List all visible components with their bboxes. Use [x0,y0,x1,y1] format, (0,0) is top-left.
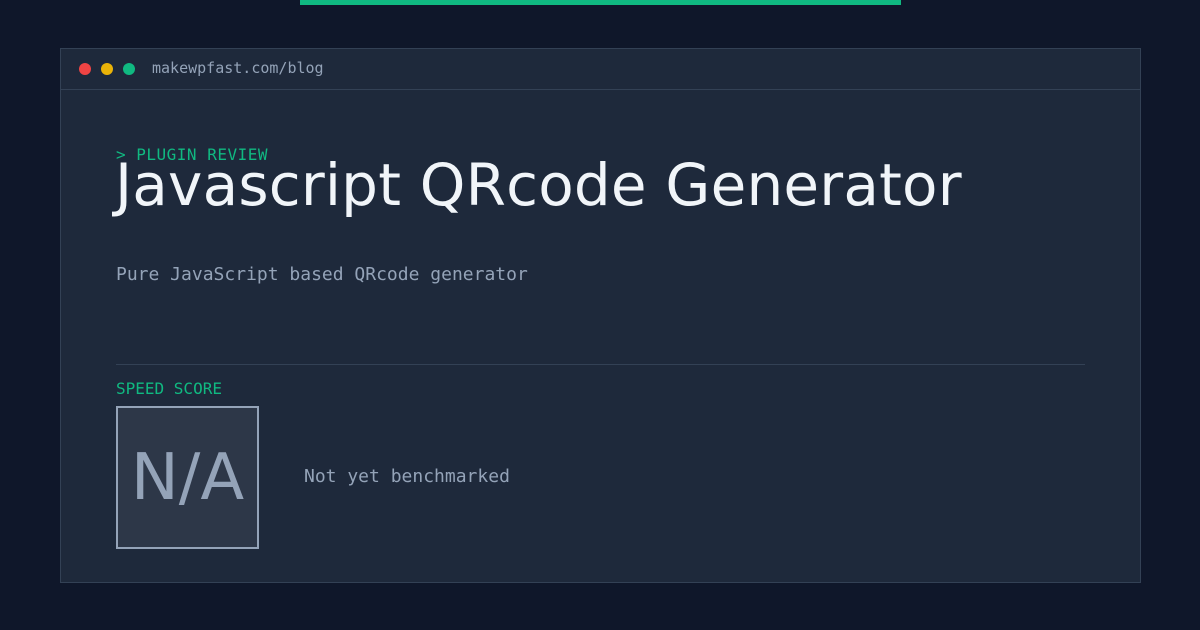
top-accent-bar [300,0,901,5]
speed-score-value: N/A [130,440,245,515]
page-title: Javascript QRcode Generator [115,151,962,219]
maximize-dot-icon[interactable] [123,63,135,75]
url-text: makewpfast.com/blog [152,59,324,77]
browser-window: makewpfast.com/blog > PLUGIN REVIEW Java… [60,48,1141,583]
minimize-dot-icon[interactable] [101,63,113,75]
section-divider [116,364,1085,365]
speed-score-box: N/A [116,406,259,549]
close-dot-icon[interactable] [79,63,91,75]
speed-score-label: SPEED SCORE [116,379,222,398]
window-titlebar: makewpfast.com/blog [61,49,1140,90]
page-description: Pure JavaScript based QRcode generator [116,264,528,285]
speed-score-note: Not yet benchmarked [304,466,510,487]
